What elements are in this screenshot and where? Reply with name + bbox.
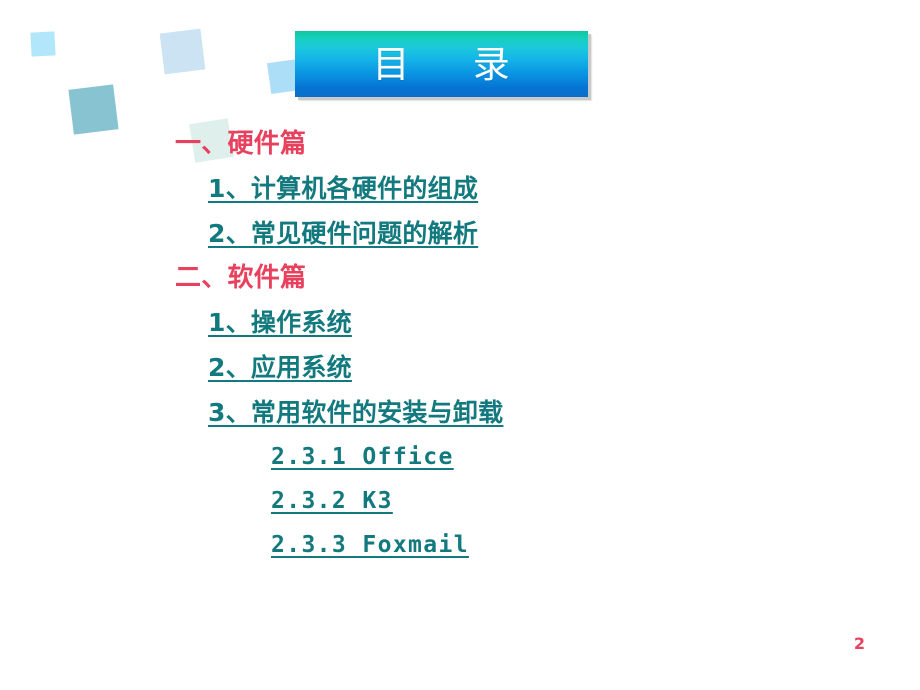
toc-link-hardware-problems[interactable]: 2、常见硬件问题的解析 (0, 211, 920, 256)
slide-canvas: 目 录 一、硬件篇 1、计算机各硬件的组成 2、常见硬件问题的解析 二、软件篇 … (0, 0, 920, 690)
toc-link-hardware-composition[interactable]: 1、计算机各硬件的组成 (0, 166, 920, 211)
toc-heading-label: 二、软件篇 (175, 263, 307, 293)
page-title: 目 录 (372, 42, 511, 86)
toc-link-operating-system[interactable]: 1、操作系统 (0, 300, 920, 345)
toc-link-label[interactable]: 2.3.1 Office (271, 435, 454, 479)
toc-heading-software: 二、软件篇 (0, 256, 920, 300)
toc-heading-label: 一、硬件篇 (175, 129, 307, 159)
toc-link-application-system[interactable]: 2、应用系统 (0, 345, 920, 390)
toc-link-office[interactable]: 2.3.1 Office (0, 435, 920, 479)
toc-link-label[interactable]: 1、操作系统 (208, 300, 352, 345)
toc-link-label[interactable]: 3、常用软件的安装与卸载 (208, 390, 503, 435)
toc-link-k3[interactable]: 2.3.2 K3 (0, 479, 920, 523)
toc-link-label[interactable]: 1、计算机各硬件的组成 (208, 166, 478, 211)
decorative-square-pale-blue (159, 28, 206, 75)
title-banner: 目 录 (295, 31, 588, 97)
toc-link-label[interactable]: 2、应用系统 (208, 345, 352, 390)
toc-link-label[interactable]: 2、常见硬件问题的解析 (208, 211, 478, 256)
toc-link-label[interactable]: 2.3.3 Foxmail (271, 523, 469, 567)
toc-link-software-install-uninstall[interactable]: 3、常用软件的安装与卸载 (0, 390, 920, 435)
decorative-square-light-blue-small (30, 31, 56, 57)
toc-heading-hardware: 一、硬件篇 (0, 122, 920, 166)
toc-link-label[interactable]: 2.3.2 K3 (271, 479, 393, 523)
toc-link-foxmail[interactable]: 2.3.3 Foxmail (0, 523, 920, 567)
page-number: 2 (853, 634, 865, 653)
table-of-contents: 一、硬件篇 1、计算机各硬件的组成 2、常见硬件问题的解析 二、软件篇 1、操作… (0, 122, 920, 567)
